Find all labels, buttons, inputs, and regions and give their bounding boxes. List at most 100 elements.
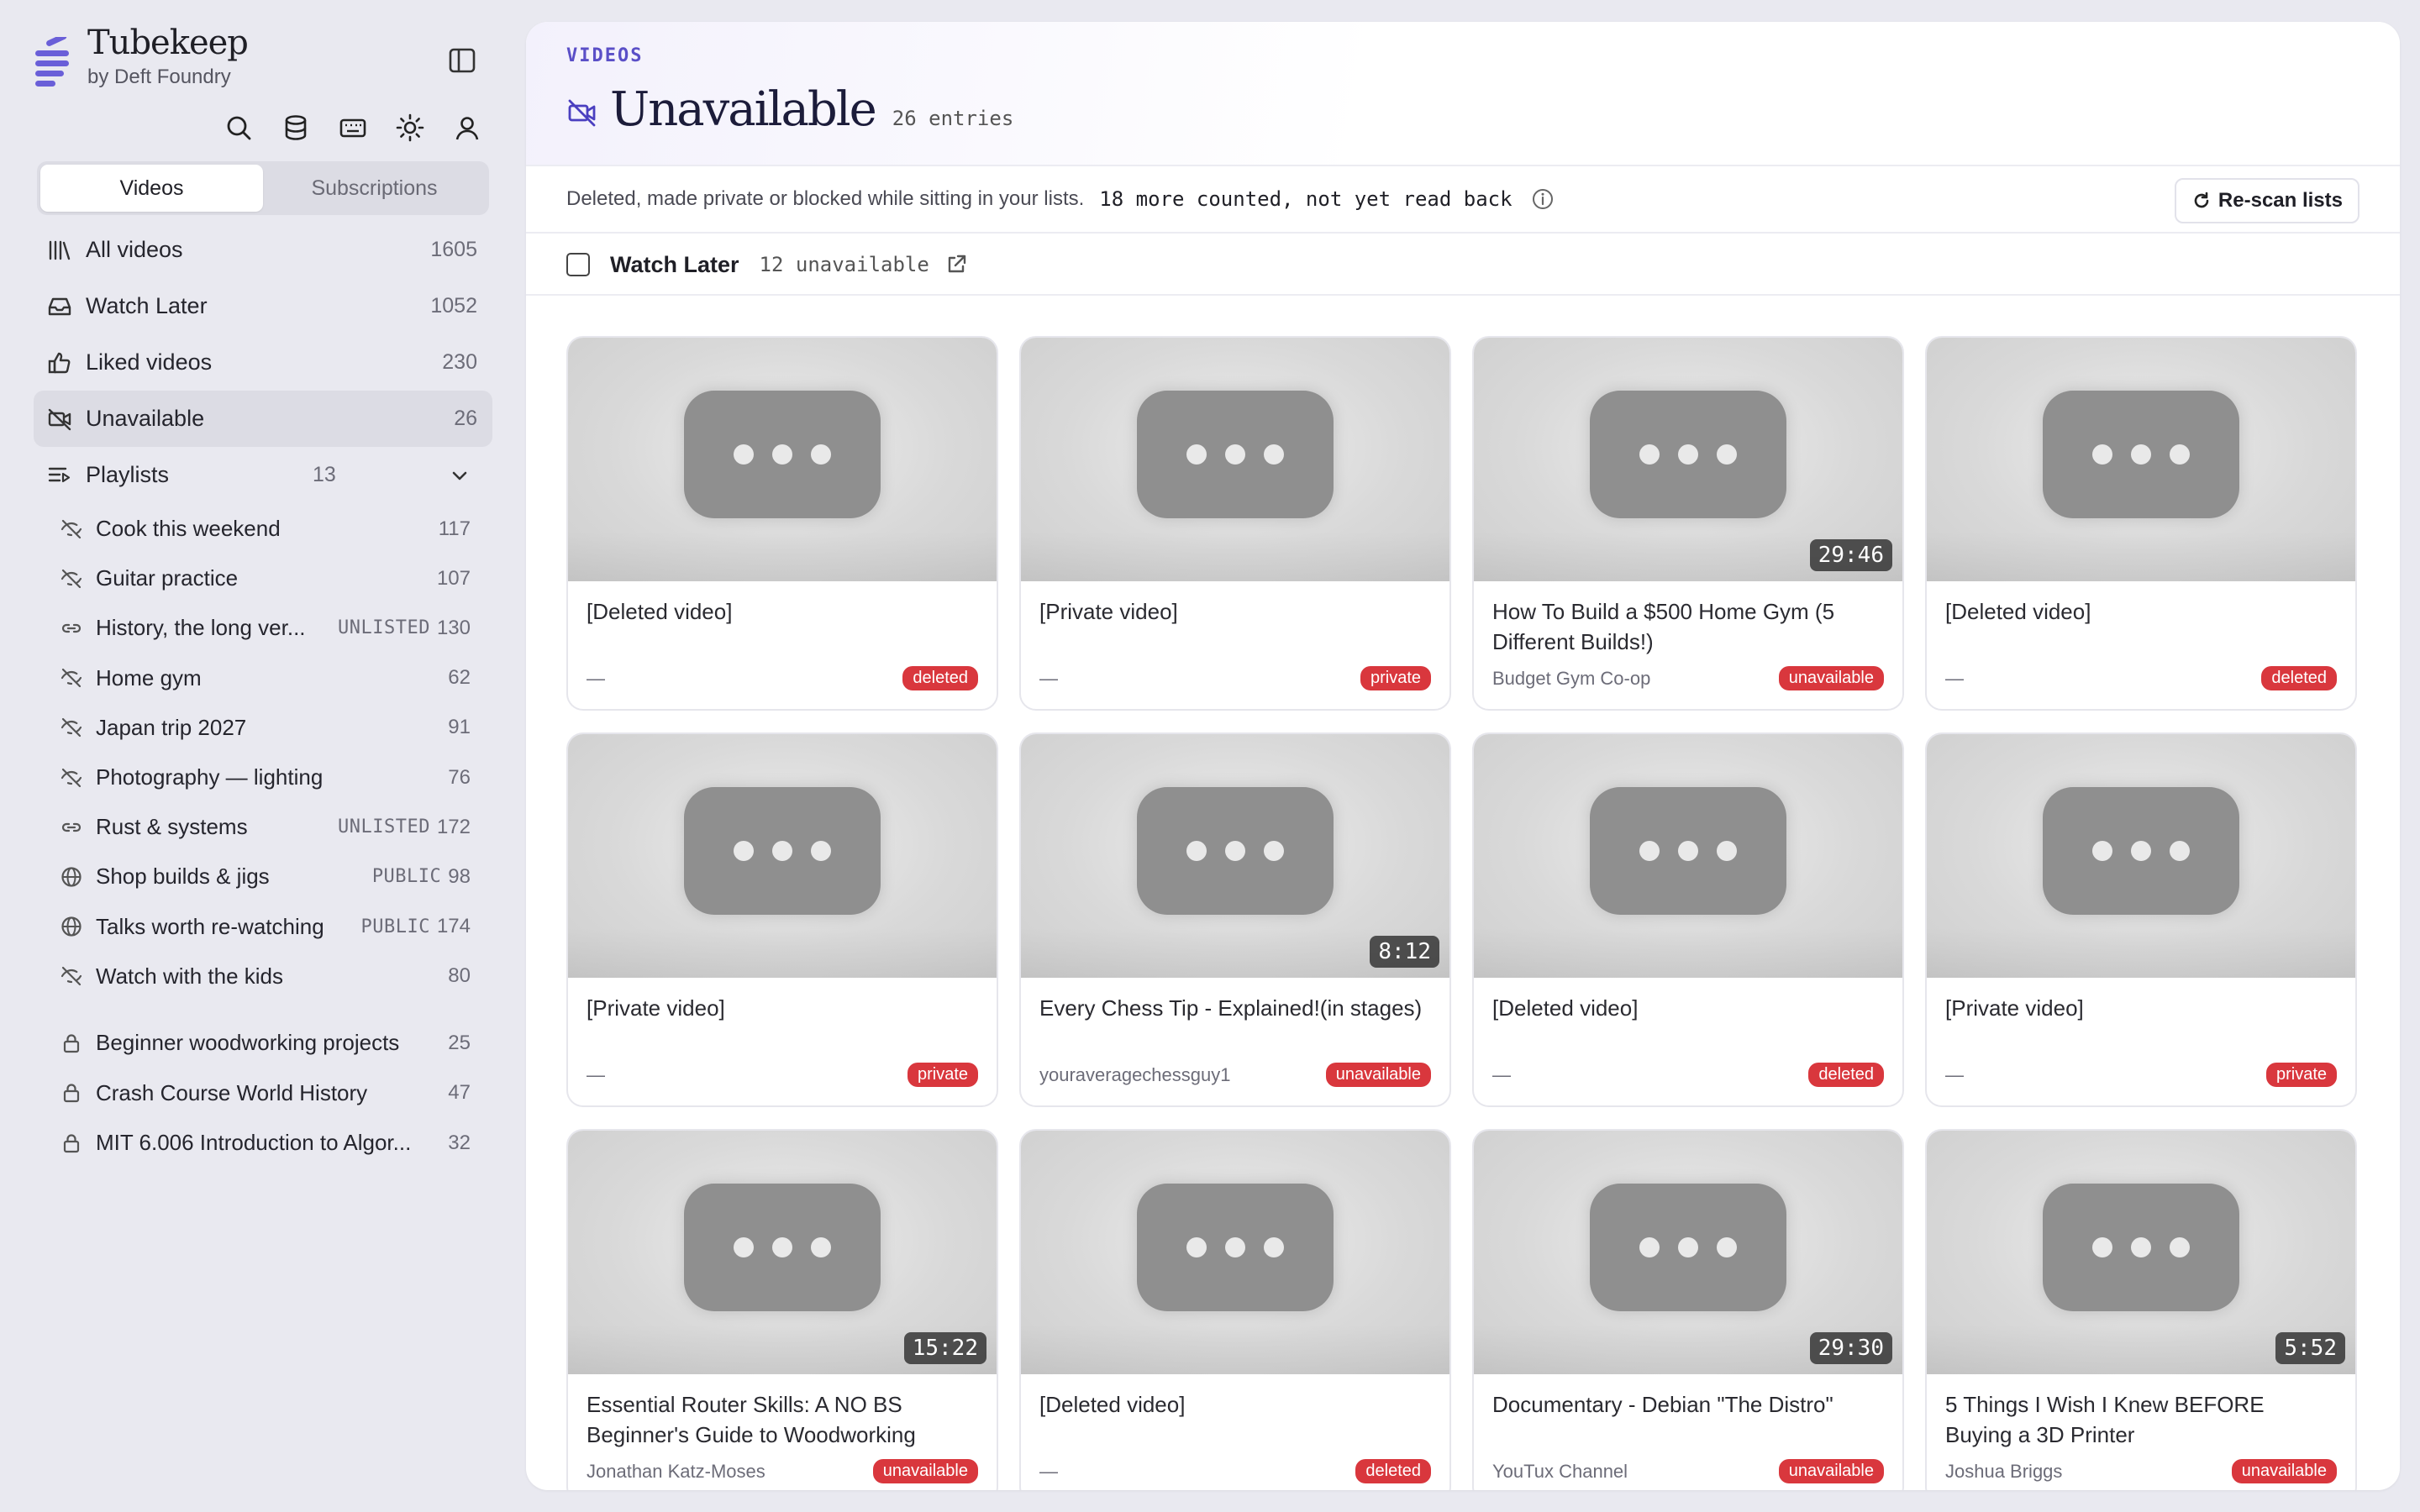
playlist-item[interactable]: Crash Course World History 47 [59, 1068, 471, 1118]
video-thumbnail[interactable]: 8:12 [1021, 734, 1449, 978]
video-thumbnail[interactable] [1021, 338, 1449, 581]
video-card[interactable]: [Deleted video] — deleted [1472, 732, 1904, 1107]
video-thumbnail[interactable]: 29:30 [1474, 1131, 1902, 1374]
playlist-label: Home gym [96, 664, 202, 690]
inbox-icon [48, 297, 71, 315]
video-title: [Deleted video] [1492, 995, 1639, 1021]
video-card[interactable]: [Private video] — private [1925, 732, 2357, 1107]
playlist-icon [48, 467, 71, 482]
external-link-icon[interactable] [944, 253, 968, 276]
playlist-item[interactable]: Beginner woodworking projects 25 [59, 1018, 471, 1068]
nav-count: 13 [313, 463, 336, 486]
nav-label: Playlists [86, 462, 170, 487]
nav-count: 1605 [430, 238, 477, 261]
card-footer: — deleted [587, 666, 978, 690]
video-card[interactable]: [Deleted video] — deleted [1019, 1129, 1451, 1490]
video-title: 5 Things I Wish I Knew BEFORE Buying a 3… [1945, 1392, 2265, 1447]
eye-off-icon [59, 517, 84, 542]
card-footer: Budget Gym Co-op unavailable [1492, 666, 1884, 690]
video-card[interactable]: [Private video] — private [1019, 336, 1451, 711]
video-thumbnail[interactable] [1927, 734, 2355, 978]
video-card[interactable]: [Deleted video] — deleted [566, 336, 998, 711]
video-card[interactable]: 8:12 Every Chess Tip - Explained!(in stag… [1019, 732, 1451, 1107]
tab-subscriptions[interactable]: Subscriptions [263, 165, 486, 212]
duration-label: 15:22 [903, 1332, 986, 1364]
nav-item-watch-later[interactable]: Watch Later 1052 [34, 278, 492, 334]
playlist-label: Cook this weekend [96, 516, 281, 541]
refresh-icon [2194, 192, 2209, 208]
channel-name: YouTux Channel [1492, 1460, 1628, 1482]
playlist-item[interactable]: Watch with the kids 80 [59, 952, 471, 1001]
playlist-item[interactable]: Home gym 62 [59, 654, 471, 703]
visibility-label: UNLISTED [337, 816, 430, 838]
video-card[interactable]: [Deleted video] — deleted [1925, 336, 2357, 711]
video-thumbnail[interactable]: 29:46 [1474, 338, 1902, 581]
select-all-checkbox[interactable] [566, 253, 590, 276]
rescan-button[interactable]: Re-scan lists [2174, 178, 2360, 223]
keyboard-icon [339, 118, 366, 138]
video-card[interactable]: 29:30 Documentary - Debian "The Distro" Yo… [1472, 1129, 1904, 1490]
nav-item-liked-videos[interactable]: Liked videos 230 [34, 334, 492, 391]
duration-label: 29:30 [1809, 1332, 1892, 1364]
video-card[interactable]: [Private video] — private [566, 732, 998, 1107]
link-icon [59, 815, 84, 840]
video-thumbnail[interactable]: 5:52 [1927, 1131, 2355, 1374]
search-button[interactable] [218, 108, 259, 148]
duration-label: 29:46 [1809, 539, 1892, 571]
chevron-down-icon[interactable] [449, 465, 471, 486]
video-title: How To Build a $500 Home Gym (5 Differen… [1492, 599, 1835, 654]
video-title: [Deleted video] [1039, 1392, 1186, 1417]
sidebar-toggle-icon[interactable] [445, 44, 479, 77]
video-card[interactable]: 29:46 How To Build a $500 Home Gym (5 Dif… [1472, 336, 1904, 711]
brand[interactable]: Tubekeep by Deft Foundry [34, 22, 249, 96]
video-thumbnail[interactable] [568, 338, 997, 581]
video-card[interactable]: 5:52 5 Things I Wish I Knew BEFORE Buying… [1925, 1129, 2357, 1490]
visibility-label: PUBLIC [371, 866, 442, 888]
card-footer: — deleted [1945, 666, 2337, 690]
video-thumbnail[interactable]: 15:22 [568, 1131, 997, 1374]
nav-item-playlists[interactable]: Playlists 13 [34, 447, 492, 503]
nav-item-unavailable[interactable]: Unavailable 26 [34, 391, 492, 447]
channel-name: Joshua Briggs [1945, 1460, 2063, 1482]
nav-item-all-videos[interactable]: All videos 1605 [34, 222, 492, 278]
playlist-label: Photography — lighting [96, 764, 324, 790]
card-footer: — deleted [1492, 1063, 1884, 1087]
video-thumbnail[interactable] [1021, 1131, 1449, 1374]
database-button[interactable] [276, 108, 316, 148]
user-icon [455, 117, 479, 140]
nav-label: All videos [86, 237, 183, 262]
playlist-count: 130 [436, 616, 471, 639]
playlist-item[interactable]: Rust & systems UNLISTED 172 [59, 802, 471, 852]
playlist-count: 174 [436, 915, 471, 938]
status-badge: private [907, 1063, 978, 1087]
account-button[interactable] [447, 108, 487, 148]
keyboard-button[interactable] [333, 108, 373, 148]
playlist-item[interactable]: Cook this weekend 117 [59, 504, 471, 554]
status-badge: unavailable [1325, 1063, 1431, 1087]
visibility-label: PUBLIC [360, 916, 430, 937]
playlist-item[interactable]: Shop builds & jigs PUBLIC 98 [59, 852, 471, 901]
playlist-item[interactable]: Guitar practice 107 [59, 554, 471, 603]
playlist-item[interactable]: Photography — lighting 76 [59, 753, 471, 802]
tab-videos[interactable]: Videos [40, 165, 263, 212]
video-thumbnail[interactable] [1474, 734, 1902, 978]
video-thumbnail[interactable] [568, 734, 997, 978]
eye-off-icon [59, 963, 84, 989]
status-badge: private [1360, 666, 1431, 690]
group-count: 12 unavailable [759, 253, 929, 276]
playlist-item[interactable]: Talks worth re-watching PUBLIC 174 [59, 902, 471, 952]
visibility-label: UNLISTED [337, 617, 430, 639]
card-footer: Jonathan Katz-Moses unavailable [587, 1459, 978, 1483]
search-icon [227, 116, 251, 140]
playlist-item[interactable]: History, the long ver... UNLISTED 130 [59, 603, 471, 653]
nav-label: Liked videos [86, 349, 213, 375]
video-thumbnail[interactable] [1927, 338, 2355, 581]
playlist-item[interactable]: MIT 6.006 Introduction to Algor... 32 [59, 1118, 471, 1168]
sun-icon [396, 113, 424, 142]
info-icon[interactable] [1531, 187, 1555, 211]
main-panel: VIDEOS Unavailable 26 entries Deleted, m… [526, 22, 2400, 1490]
channel-name: Jonathan Katz-Moses [587, 1460, 765, 1482]
video-card[interactable]: 15:22 Essential Router Skills: A NO BS Be… [566, 1129, 998, 1490]
theme-button[interactable] [390, 108, 430, 148]
playlist-item[interactable]: Japan trip 2027 91 [59, 703, 471, 753]
